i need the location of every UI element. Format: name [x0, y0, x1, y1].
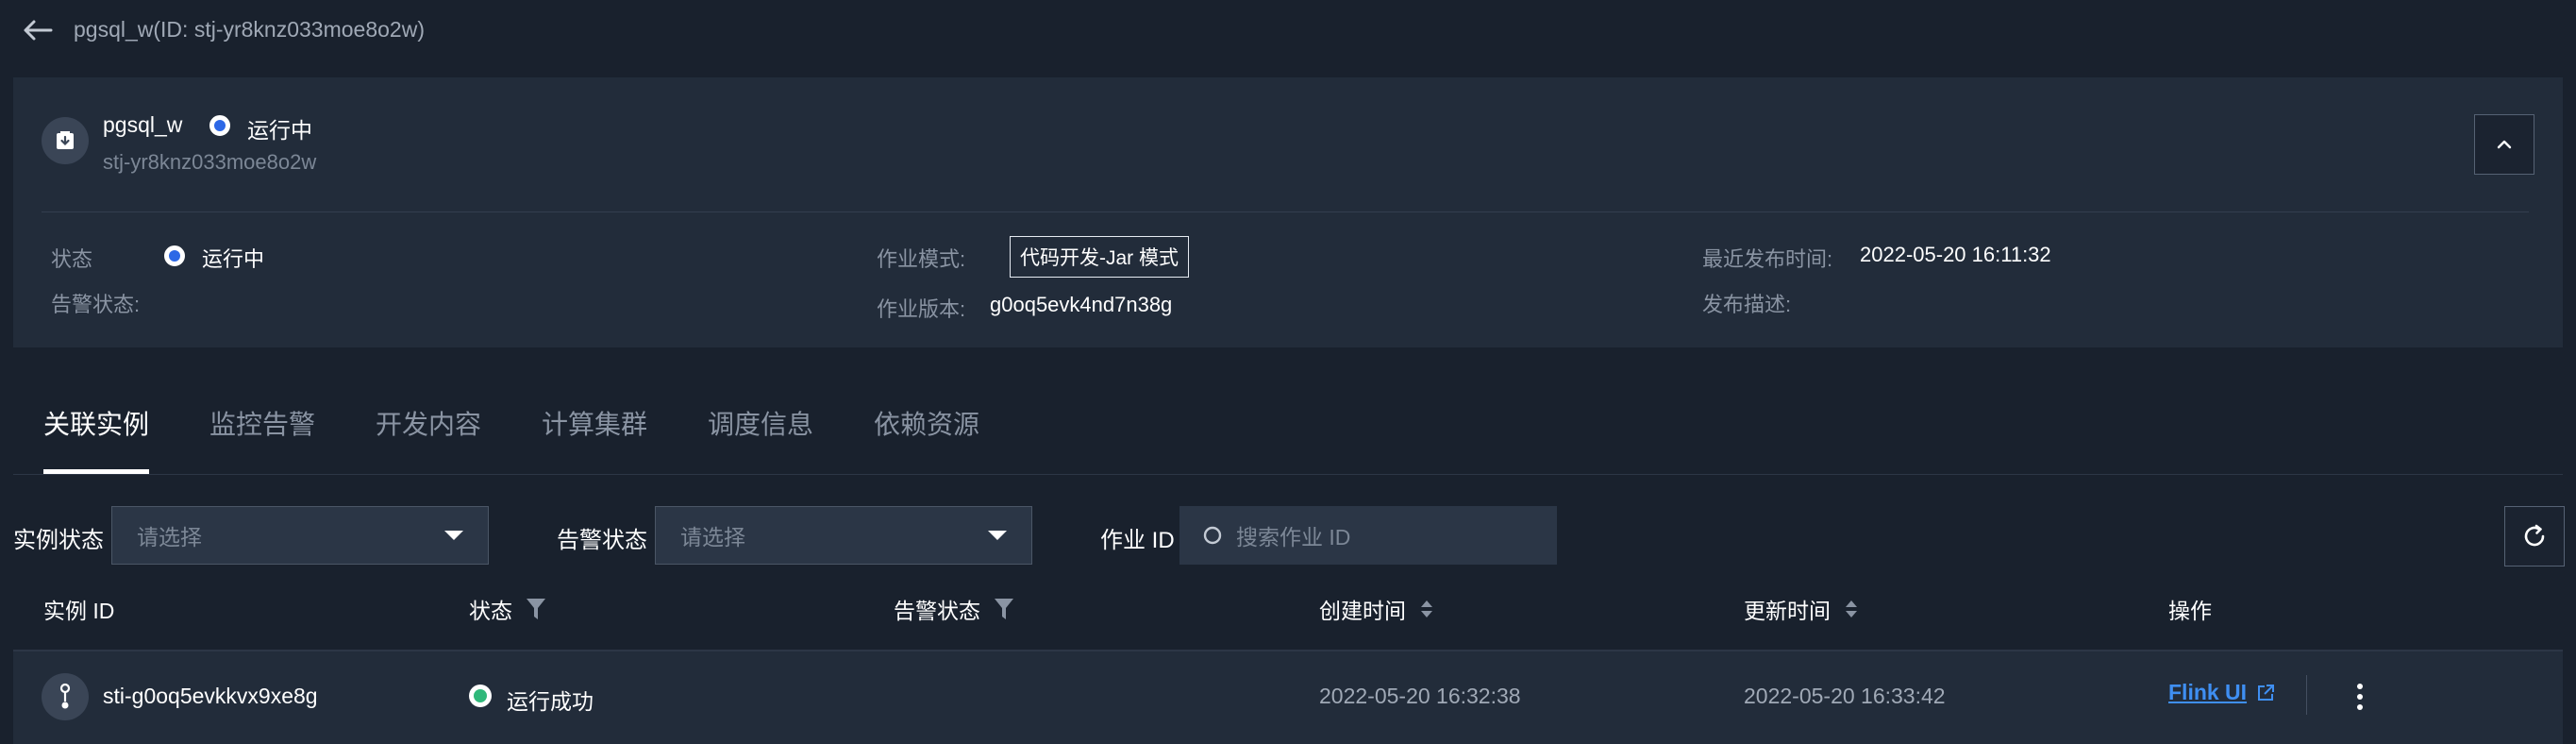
sort-icon	[1846, 600, 1857, 617]
instance-icon	[42, 673, 89, 720]
alarm-status-select[interactable]: 请选择	[655, 506, 1032, 565]
job-mode-tag: 代码开发-Jar 模式	[1010, 236, 1189, 278]
job-info-card	[13, 77, 2563, 347]
active-tab-indicator	[43, 469, 149, 474]
success-status-icon	[469, 685, 492, 707]
publish-time-label: 最近发布时间:	[1702, 247, 1833, 271]
refresh-icon	[2524, 524, 2545, 547]
job-name: pgsql_w	[103, 112, 183, 137]
tab-compute-cluster[interactable]: 计算集群	[542, 404, 647, 442]
tab-schedule-info[interactable]: 调度信息	[708, 404, 813, 442]
filter-icon[interactable]	[994, 597, 1014, 621]
column-header-status: 状态	[469, 593, 546, 625]
column-header-instance-id: 实例 ID	[43, 593, 114, 625]
instance-status-placeholder: 请选择	[137, 525, 202, 550]
action-divider	[2306, 675, 2307, 715]
column-label: 告警状态	[894, 599, 980, 623]
alarm-status-filter-label: 告警状态	[557, 528, 647, 553]
job-id: stj-yr8knz033moe8o2w	[103, 150, 317, 174]
instance-id-cell[interactable]: sti-g0oq5evkkvx9xe8g	[103, 684, 318, 709]
chevron-up-icon	[2497, 140, 2512, 149]
running-status-icon	[164, 245, 185, 266]
column-header-updated[interactable]: 更新时间	[1744, 593, 1859, 625]
external-link-icon	[2258, 684, 2275, 701]
column-label: 更新时间	[1744, 599, 1831, 623]
column-label: 状态	[469, 599, 512, 623]
tab-monitoring-alarms[interactable]: 监控告警	[209, 404, 315, 442]
column-header-created[interactable]: 创建时间	[1319, 593, 1434, 625]
back-arrow-icon[interactable]	[19, 11, 57, 49]
search-icon	[1203, 526, 1222, 545]
job-version-value: g0oq5evk4nd7n38g	[990, 293, 1173, 316]
status-value: 运行中	[202, 247, 265, 271]
job-id-filter-label: 作业 ID	[1100, 528, 1175, 553]
search-placeholder: 搜索作业 ID	[1236, 525, 1351, 550]
flink-ui-link[interactable]: Flink UI	[2168, 680, 2275, 705]
sort-icon	[1421, 600, 1432, 617]
page-title: pgsql_w(ID: stj-yr8knz033moe8o2w)	[74, 17, 425, 42]
job-mode-label: 作业模式:	[877, 247, 966, 271]
job-icon	[42, 117, 89, 164]
status-cell: 运行成功	[507, 689, 594, 714]
collapse-button[interactable]	[2474, 114, 2534, 175]
tab-dependent-resources[interactable]: 依赖资源	[874, 404, 979, 442]
refresh-button[interactable]	[2504, 506, 2565, 566]
instance-status-label: 实例状态	[13, 528, 104, 553]
caret-down-icon	[444, 531, 463, 540]
column-header-alarm-status: 告警状态	[894, 593, 1014, 625]
caret-down-icon	[988, 531, 1007, 540]
alarm-status-label: 告警状态:	[51, 293, 141, 316]
job-id-search-input[interactable]: 搜索作业 ID	[1179, 506, 1557, 565]
publish-desc-label: 发布描述:	[1702, 293, 1792, 316]
instance-status-select[interactable]: 请选择	[111, 506, 489, 565]
job-status: 运行中	[247, 118, 312, 143]
column-header-actions: 操作	[2168, 593, 2212, 625]
running-status-icon	[209, 115, 230, 136]
created-time-cell: 2022-05-20 16:32:38	[1319, 684, 1521, 708]
status-label: 状态	[51, 247, 93, 271]
tab-development-content[interactable]: 开发内容	[376, 404, 481, 442]
job-version-label: 作业版本:	[877, 297, 966, 321]
tab-related-instances[interactable]: 关联实例	[43, 404, 149, 442]
more-vertical-icon[interactable]	[2346, 676, 2374, 718]
filter-icon[interactable]	[526, 597, 546, 621]
alarm-status-placeholder: 请选择	[680, 525, 745, 550]
column-label: 创建时间	[1319, 599, 1406, 623]
column-label: 实例 ID	[43, 599, 115, 623]
publish-time-value: 2022-05-20 16:11:32	[1860, 243, 2051, 266]
updated-time-cell: 2022-05-20 16:33:42	[1744, 684, 1946, 708]
card-divider	[42, 211, 2529, 212]
column-label: 操作	[2168, 599, 2212, 623]
flink-ui-label: Flink UI	[2168, 680, 2248, 704]
tab-divider	[13, 474, 2563, 475]
